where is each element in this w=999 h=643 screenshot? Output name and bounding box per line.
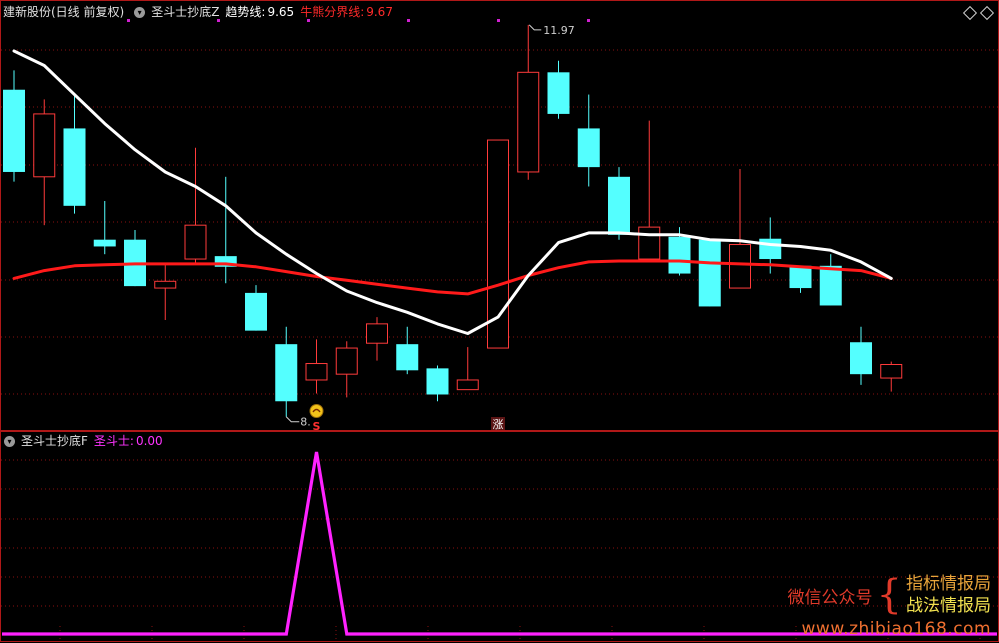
candle-body <box>577 128 600 168</box>
signal-s-label: S <box>313 420 321 433</box>
candle-body <box>608 176 630 235</box>
candle <box>880 361 903 392</box>
candle-body <box>154 280 177 289</box>
candle-body <box>819 265 842 306</box>
candle-body <box>335 347 358 375</box>
candle <box>426 365 449 402</box>
candle-body <box>698 239 721 307</box>
candle <box>577 94 600 187</box>
candle <box>335 341 358 398</box>
trend-value: 9.65 <box>267 5 295 19</box>
candle <box>608 167 630 240</box>
indicator-name[interactable]: 圣斗士抄底Z <box>151 5 219 19</box>
top-marker-dot <box>497 19 500 22</box>
top-marker-dot <box>587 19 590 22</box>
candle-body <box>275 344 298 402</box>
candle <box>698 239 721 307</box>
candle-body <box>759 238 782 260</box>
trend-line <box>12 49 893 335</box>
high-marker-arrow <box>528 24 542 31</box>
bull-bear-value: 9.67 <box>366 5 393 19</box>
candle-body <box>789 265 812 289</box>
candle <box>517 24 540 180</box>
candle-body <box>184 224 207 260</box>
candle <box>184 147 207 264</box>
candle-body <box>63 128 86 206</box>
candle <box>396 326 419 375</box>
candle <box>245 285 267 331</box>
candle <box>214 176 237 284</box>
candle <box>63 94 86 214</box>
low-marker-arrow <box>285 416 300 423</box>
stock-title: 建新股份(日线 前复权) <box>3 5 125 19</box>
smile-signal-icon <box>309 404 324 418</box>
candle-body <box>93 239 116 247</box>
candle <box>93 200 116 255</box>
chevron-down-icon[interactable]: ▾ <box>134 7 146 18</box>
smile-face <box>309 404 324 418</box>
top-marker-dot <box>217 19 220 22</box>
candle-body <box>33 113 56 178</box>
watermark: 微信公众号 { 指标情报局 战法情报局 www.zhibiao168.com <box>788 573 991 639</box>
candle <box>124 230 146 287</box>
candle-body <box>729 244 751 289</box>
candle-body <box>517 71 540 173</box>
candle <box>850 326 872 385</box>
chevron-down-icon[interactable]: ▾ <box>4 436 15 447</box>
candle <box>154 263 177 320</box>
trend-label: 趋势线: 9.65 <box>225 5 295 19</box>
candle <box>729 169 751 289</box>
candle <box>33 99 56 226</box>
chart-canvas: 11.97 8. S 涨 <box>0 0 999 642</box>
candle <box>638 120 661 260</box>
candle-body <box>880 363 903 379</box>
candle <box>547 60 570 119</box>
candle-body <box>305 363 328 381</box>
watermark-line1: 指标情报局 <box>906 574 991 594</box>
watermark-line2: 战法情报局 <box>906 596 991 616</box>
candle-body <box>396 344 419 371</box>
signal-line-value: 0.00 <box>135 434 163 448</box>
candle-body <box>638 226 661 260</box>
candle-body <box>547 72 570 114</box>
candle <box>789 265 812 293</box>
candle <box>275 326 298 417</box>
brace-glyph: { <box>876 572 902 618</box>
candle-body <box>668 236 691 274</box>
bull-bear-label: 牛熊分界线: 9.67 <box>300 5 393 19</box>
low-marker-label: 8. <box>300 416 311 429</box>
candle-body <box>245 292 267 331</box>
candle <box>819 254 842 306</box>
signal-line-label: 圣斗士: 0.00 <box>93 434 163 448</box>
high-marker-label: 11.97 <box>543 24 575 37</box>
candle <box>456 347 479 391</box>
candle <box>3 70 25 182</box>
candle-body <box>3 89 25 172</box>
top-marker-dot <box>307 19 310 22</box>
top-panel-header: 建新股份(日线 前复权) ▾ 圣斗士抄底Z 趋势线: 9.65 牛熊分界线: 9.67 <box>3 5 405 19</box>
top-marker-dot <box>407 19 410 22</box>
bottom-indicator-name[interactable]: 圣斗士抄底F <box>21 434 88 448</box>
top-marker-dot <box>127 19 130 22</box>
candle-body <box>426 368 449 395</box>
zhang-label: 涨 <box>493 418 504 431</box>
candle-body <box>366 323 388 344</box>
watermark-lead: 微信公众号 <box>787 587 873 608</box>
candle-body <box>850 342 872 375</box>
candle <box>366 317 388 361</box>
bottom-panel-header: ▾ 圣斗士抄底F 圣斗士: 0.00 <box>3 434 175 448</box>
candle <box>305 339 328 394</box>
candle-body <box>456 379 479 391</box>
watermark-site: www.zhibiao168.com <box>801 619 991 639</box>
